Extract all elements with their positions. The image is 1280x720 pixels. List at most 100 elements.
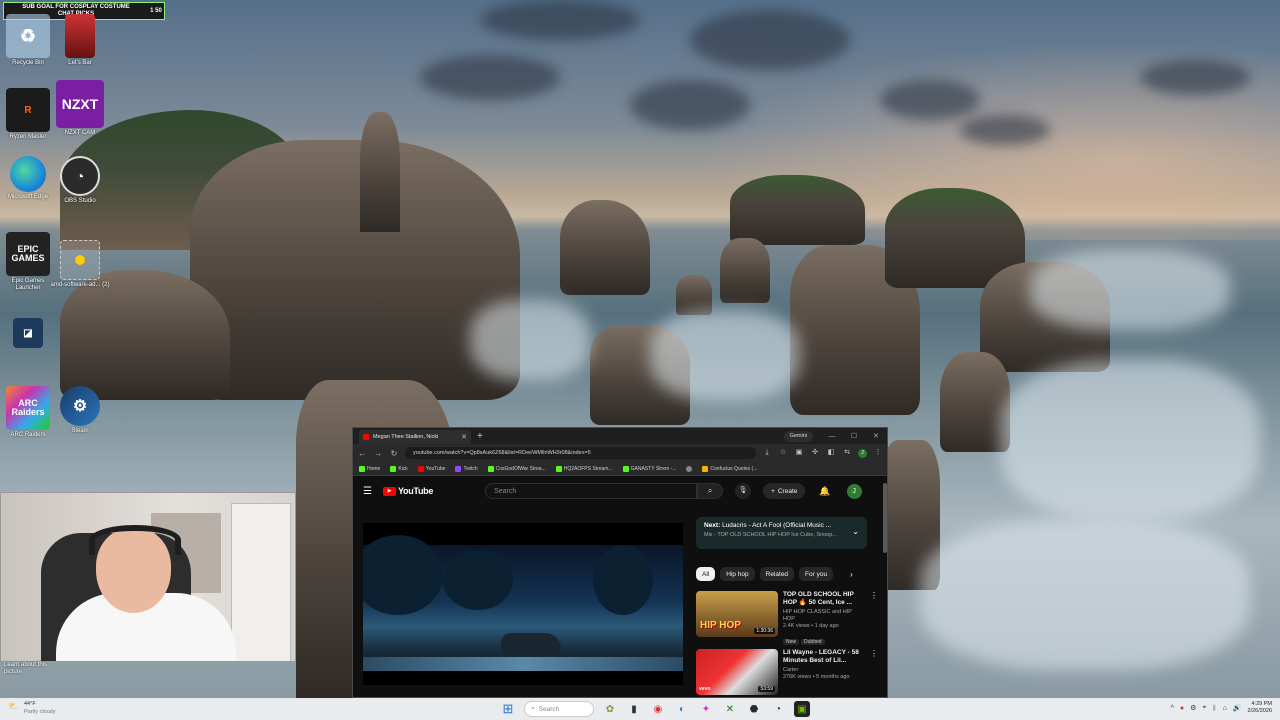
chip-for-you[interactable]: For you: [799, 567, 834, 581]
chip-all[interactable]: All: [696, 567, 716, 581]
desktop-icon-uninstall-tool[interactable]: ◪: [2, 318, 54, 348]
desktop-icon-lets-bar[interactable]: Let's Bar: [54, 14, 106, 67]
bookmark-item[interactable]: Confucius Quotes (...: [702, 465, 757, 472]
recommended-video[interactable]: HIP HOP 1:30:36 TOP OLD SCHOOL HIP HOP 🔥…: [696, 591, 878, 645]
nvidia-icon[interactable]: ▣: [794, 701, 810, 717]
recommended-video[interactable]: vevo 53:59 Lil Wayne - LEGACY - 58 Minut…: [696, 649, 878, 697]
desktop-icon-obs-studio[interactable]: ◔ OBS Studio: [54, 156, 106, 205]
microphone-icon[interactable]: 🎙: [735, 483, 752, 499]
profile-avatar[interactable]: J: [858, 448, 867, 458]
minimize-button[interactable]: —: [821, 433, 843, 440]
bookmark-star-icon[interactable]: ☆: [778, 448, 788, 458]
epic-games-icon: EPIC GAMES: [6, 232, 50, 276]
desktop-icon-arc-raiders[interactable]: ARC Raiders ARC Raiders: [2, 386, 54, 439]
desktop-icon-label: Let's Bar: [68, 60, 92, 66]
forward-button[interactable]: →: [373, 449, 383, 458]
gemini-button[interactable]: Gemini: [783, 430, 813, 442]
filter-chips: All Hip hop Related For you ›: [696, 567, 853, 581]
menu-kebab-icon[interactable]: ⋮: [873, 448, 883, 458]
extensions-puzzle-icon[interactable]: ✣: [810, 448, 820, 458]
desktop-icon-ryzen-master[interactable]: R Ryzen Master: [2, 88, 54, 141]
app-icon[interactable]: ⬣: [746, 701, 762, 717]
desktop-icon-recycle-bin[interactable]: ♻ Recycle Bin: [2, 14, 54, 67]
windows-start-icon[interactable]: ⊞: [500, 701, 516, 717]
tool-icon: ◪: [13, 318, 43, 348]
desktop-icon-amd-software[interactable]: ⬢ amd-software-ad... (2): [50, 240, 110, 289]
chrome-icon[interactable]: ◉: [650, 701, 666, 717]
bookmark-item[interactable]: CosGodOfWar Strea...: [487, 465, 546, 472]
bookmark-item[interactable]: Home: [359, 465, 380, 472]
bookmark-item[interactable]: YouTube: [417, 465, 445, 472]
weather-widget[interactable]: ⛅ 44°F Partly cloudy: [8, 700, 56, 716]
video-info: TOP OLD SCHOOL HIP HOP 🔥 50 Cent, Ice ..…: [783, 591, 865, 645]
chip-related[interactable]: Related: [759, 567, 795, 581]
desktop-icon-epic-games[interactable]: EPIC GAMES Epic Games Launcher: [2, 232, 54, 292]
extension-icon[interactable]: ⇆: [842, 448, 852, 458]
notifications-bell-icon[interactable]: 🔔: [819, 486, 830, 497]
windows-taskbar: ⛅ 44°F Partly cloudy ⊞ ⌕ Search ✿ ▮ ◉ ◐ ✦…: [0, 698, 1280, 720]
volume-icon[interactable]: 🔊: [1233, 704, 1242, 712]
taskbar-center: ⊞ ⌕ Search ✿ ▮ ◉ ◐ ✦ ✕ ⬣ ◔ ▣: [500, 701, 810, 717]
tab-close-icon[interactable]: ✕: [461, 433, 467, 441]
extension-icon[interactable]: ▣: [794, 448, 804, 458]
app-icon: [65, 14, 95, 58]
bookmark-item[interactable]: [686, 465, 693, 472]
network-icon[interactable]: ⌂: [1223, 705, 1227, 712]
bookmark-item[interactable]: Kick: [390, 465, 408, 472]
maximize-button[interactable]: ☐: [843, 432, 865, 440]
chevron-down-icon[interactable]: ⌄: [852, 527, 859, 536]
bookmark-item[interactable]: HQ2AOFPS Stream...: [555, 465, 613, 472]
page-scrollbar[interactable]: [883, 483, 887, 553]
hamburger-menu-icon[interactable]: ☰: [363, 486, 375, 497]
desktop-icon-steam[interactable]: ⚙ Steam: [54, 386, 106, 435]
bookmark-item[interactable]: Twitch: [455, 465, 478, 472]
new-tab-button[interactable]: +: [477, 431, 483, 442]
cloud: [960, 115, 1050, 145]
location-icon[interactable]: ⌖: [1202, 704, 1206, 712]
learn-label-line-1: Learn about this: [4, 662, 48, 668]
desktop-icon-label: Ryzen Master: [9, 134, 47, 140]
bookmark-label: CosGodOfWar Strea...: [495, 465, 546, 472]
tray-app-icon[interactable]: ●: [1180, 705, 1184, 712]
search-input[interactable]: Search: [485, 483, 698, 499]
chevron-up-icon[interactable]: ^: [1171, 705, 1174, 712]
taskbar-clock[interactable]: 4:29 PM 2/26/2026: [1248, 701, 1272, 715]
rock-formation: [190, 140, 520, 400]
bluetooth-icon[interactable]: ᛒ: [1212, 705, 1216, 712]
chevron-right-icon[interactable]: ›: [850, 570, 853, 579]
install-icon[interactable]: ⤓: [762, 448, 772, 458]
back-button[interactable]: ←: [357, 449, 367, 458]
youtube-logo[interactable]: ▶ YouTube: [383, 486, 433, 496]
sidebar-icon[interactable]: ◧: [826, 448, 836, 458]
desktop-icon-label: Steam: [71, 428, 89, 434]
rock-formation: [560, 200, 650, 295]
cloud: [420, 55, 560, 100]
more-options-icon[interactable]: ⋮: [870, 649, 878, 697]
up-next-panel[interactable]: Next: Ludacris - Act A Fool (Official Mu…: [696, 517, 867, 549]
arc-raiders-icon: ARC Raiders: [6, 386, 50, 430]
desktop-icon-edge[interactable]: Microsoft Edge: [2, 156, 54, 201]
taskbar-search[interactable]: ⌕ Search: [524, 701, 594, 717]
widgets-icon[interactable]: ✿: [602, 701, 618, 717]
app-icon[interactable]: ✦: [698, 701, 714, 717]
video-player[interactable]: [363, 523, 683, 685]
reload-button[interactable]: ↻: [389, 449, 399, 458]
edge-icon[interactable]: ◐: [674, 701, 690, 717]
more-options-icon[interactable]: ⋮: [870, 591, 878, 643]
browser-tab[interactable]: Megan Thee Stallion, Nicki ✕: [359, 430, 471, 444]
learn-about-picture[interactable]: Learn about this picture: [4, 662, 47, 676]
address-bar[interactable]: youtube.com/watch?v=Qp8sAuk6Z68&list=RDe…: [405, 447, 756, 459]
close-window-button[interactable]: ✕: [865, 432, 887, 440]
bookmark-item[interactable]: GANASTY Strem -...: [622, 465, 676, 472]
chip-hip-hop[interactable]: Hip hop: [720, 567, 755, 581]
file-explorer-icon[interactable]: ▮: [626, 701, 642, 717]
tray-app-icon[interactable]: ⚙: [1190, 704, 1196, 712]
desktop-icon-nzxt-cam[interactable]: NZXT NZXT CAM: [54, 80, 106, 137]
account-avatar[interactable]: J: [846, 483, 862, 499]
search-icon[interactable]: ⌕: [697, 483, 724, 499]
obs-icon[interactable]: ◔: [770, 701, 786, 717]
sea-foam: [1000, 360, 1260, 520]
xbox-icon[interactable]: ✕: [722, 701, 738, 717]
create-button[interactable]: + Create: [763, 483, 806, 499]
search-icon: ⌕: [531, 705, 535, 712]
